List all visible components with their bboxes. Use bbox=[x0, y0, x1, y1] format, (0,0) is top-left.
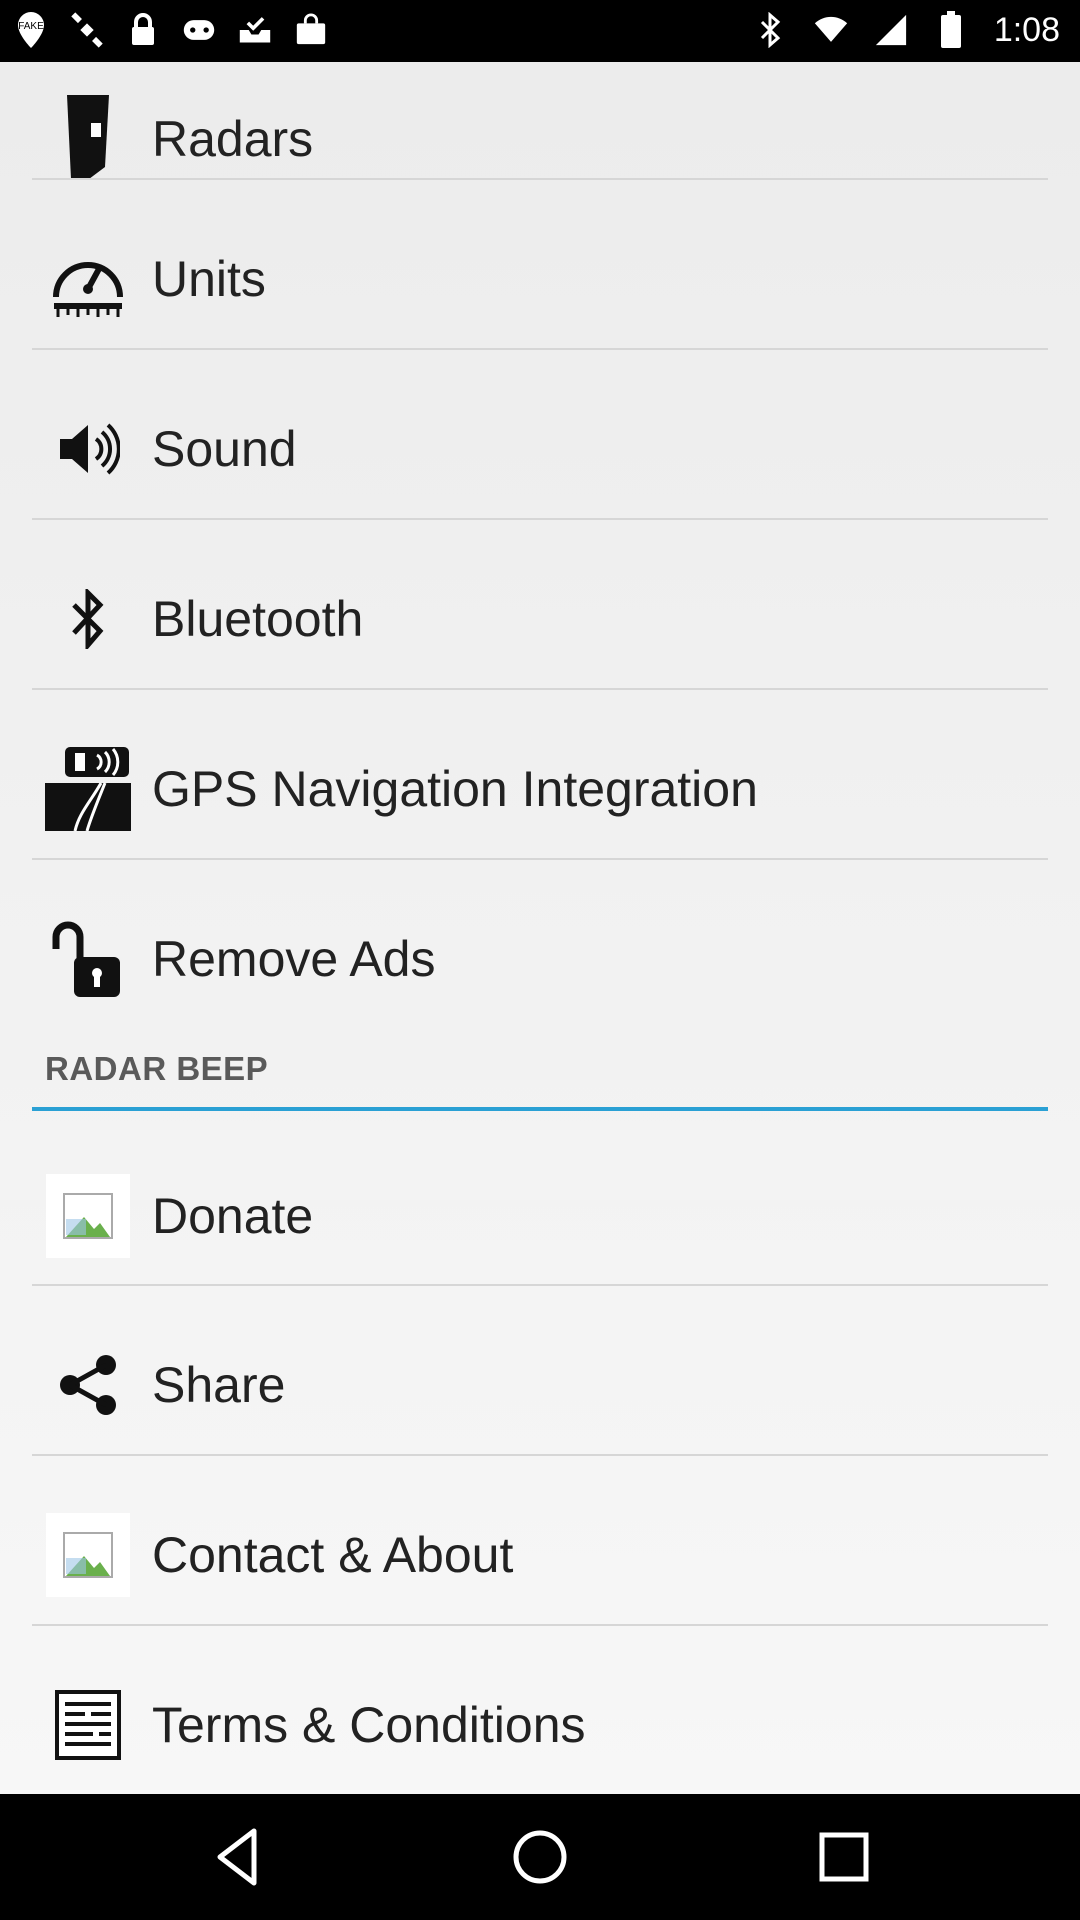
divider bbox=[32, 1624, 1048, 1626]
image-placeholder-icon bbox=[44, 1511, 132, 1599]
signal-icon bbox=[874, 10, 908, 50]
divider bbox=[32, 1454, 1048, 1456]
divider bbox=[32, 178, 1048, 180]
divider bbox=[32, 858, 1048, 860]
bluetooth-icon bbox=[754, 10, 788, 50]
section-header: RADAR BEEP bbox=[45, 1050, 269, 1087]
inbox-check-icon bbox=[238, 10, 272, 50]
fake-gps-icon: FAKE bbox=[14, 10, 48, 50]
wifi-icon bbox=[814, 10, 848, 50]
back-icon[interactable] bbox=[208, 1825, 272, 1889]
menu-item-label: Terms & Conditions bbox=[152, 1697, 586, 1753]
menu-item-label: Share bbox=[152, 1357, 286, 1413]
menu-item-terms-conditions[interactable]: Terms & Conditions bbox=[0, 1640, 1080, 1794]
divider bbox=[32, 1284, 1048, 1286]
svg-text:FAKE: FAKE bbox=[18, 21, 44, 32]
menu-item-label: Units bbox=[152, 251, 266, 307]
settings-list[interactable]: Radars Units Sound Bluetooth GPS Navigat… bbox=[0, 62, 1080, 1794]
menu-item-label: Sound bbox=[152, 421, 297, 477]
divider bbox=[32, 348, 1048, 350]
menu-item-sound[interactable]: Sound bbox=[0, 364, 1080, 534]
menu-item-units[interactable]: Units bbox=[0, 194, 1080, 364]
menu-item-share[interactable]: Share bbox=[0, 1300, 1080, 1470]
battery-icon bbox=[934, 10, 968, 50]
unlocked-padlock-icon bbox=[44, 915, 132, 1003]
home-icon[interactable] bbox=[508, 1825, 572, 1889]
menu-item-bluetooth[interactable]: Bluetooth bbox=[0, 534, 1080, 704]
gamepad-icon bbox=[182, 10, 216, 50]
menu-item-gps-navigation[interactable]: GPS Navigation Integration bbox=[0, 704, 1080, 874]
image-placeholder-icon bbox=[44, 1172, 132, 1260]
status-time: 1:08 bbox=[993, 11, 1060, 49]
satellite-icon bbox=[70, 10, 104, 50]
navigation-bar bbox=[0, 1794, 1080, 1920]
divider bbox=[32, 688, 1048, 690]
menu-item-label: Bluetooth bbox=[152, 591, 364, 647]
section-divider bbox=[32, 1107, 1048, 1111]
menu-item-label: Contact & About bbox=[152, 1527, 514, 1583]
document-icon bbox=[44, 1681, 132, 1769]
speedometer-icon bbox=[44, 235, 132, 323]
radar-detector-icon bbox=[44, 95, 132, 183]
menu-item-contact-about[interactable]: Contact & About bbox=[0, 1470, 1080, 1640]
shopping-bag-icon bbox=[294, 10, 328, 50]
speaker-icon bbox=[44, 405, 132, 493]
menu-item-label: Donate bbox=[152, 1188, 314, 1244]
recents-icon[interactable] bbox=[812, 1825, 876, 1889]
menu-item-label: Remove Ads bbox=[152, 931, 436, 987]
share-icon bbox=[44, 1341, 132, 1429]
menu-item-donate[interactable]: Donate bbox=[0, 1131, 1080, 1301]
road-navigation-icon bbox=[44, 745, 132, 833]
menu-item-remove-ads[interactable]: Remove Ads bbox=[0, 874, 1080, 1044]
menu-item-label: Radars bbox=[152, 111, 314, 167]
status-bar: FAKE 1:08 bbox=[0, 0, 1080, 62]
bluetooth-icon bbox=[44, 575, 132, 663]
menu-item-label: GPS Navigation Integration bbox=[152, 761, 758, 817]
lock-icon bbox=[126, 10, 160, 50]
divider bbox=[32, 518, 1048, 520]
